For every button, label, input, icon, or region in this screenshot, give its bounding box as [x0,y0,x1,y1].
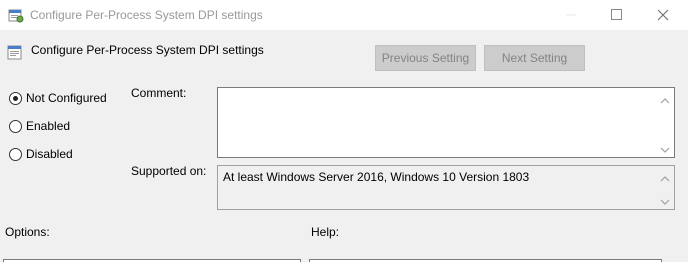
supported-on-label: Supported on: [131,164,207,178]
scroll-down-icon[interactable] [660,195,670,205]
close-button[interactable] [640,0,686,30]
radio-label: Not Configured [26,91,107,105]
supported-on-box: At least Windows Server 2016, Windows 10… [217,165,675,210]
supported-on-value: At least Windows Server 2016, Windows 10… [223,170,530,184]
radio-not-configured[interactable]: Not Configured [9,90,119,106]
radio-button[interactable] [9,148,22,161]
policy-title: Configure Per-Process System DPI setting… [31,43,264,57]
policy-settings-icon [7,44,23,60]
scroll-down-icon[interactable] [660,143,670,153]
comment-textarea[interactable] [217,87,675,158]
policy-settings-icon [8,7,24,23]
window-title: Configure Per-Process System DPI setting… [30,8,263,22]
radio-button[interactable] [9,92,22,105]
title-bar: Configure Per-Process System DPI setting… [0,0,688,30]
scroll-up-icon[interactable] [660,94,670,104]
scroll-up-icon[interactable] [660,172,670,182]
help-label: Help: [311,225,340,239]
radio-label: Disabled [26,147,73,161]
radio-button[interactable] [9,120,22,133]
previous-setting-button[interactable]: Previous Setting [375,45,476,71]
radio-selected-dot [13,96,18,101]
maximize-button[interactable] [594,0,640,30]
minimize-button[interactable] [548,0,594,30]
comment-label: Comment: [131,86,187,100]
next-setting-button[interactable]: Next Setting [484,45,585,71]
radio-enabled[interactable]: Enabled [9,118,119,134]
radio-disabled[interactable]: Disabled [9,146,119,162]
options-label: Options: [5,225,50,239]
radio-label: Enabled [26,119,71,133]
